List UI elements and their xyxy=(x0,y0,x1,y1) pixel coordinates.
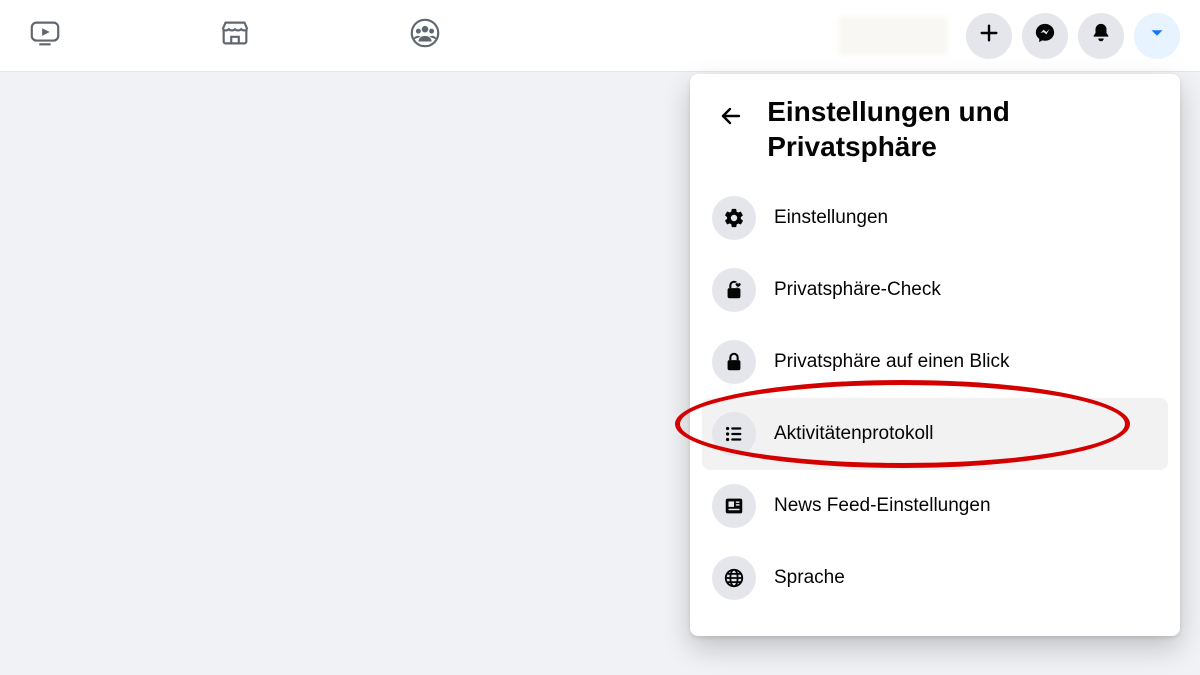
menu-label: Aktivitätenprotokoll xyxy=(774,423,933,445)
nav-groups[interactable] xyxy=(405,16,445,56)
globe-icon xyxy=(712,556,756,600)
watch-icon xyxy=(28,16,62,55)
menu-label: Einstellungen xyxy=(774,207,888,229)
menu-item-language[interactable]: Sprache xyxy=(702,542,1168,614)
menu-label: Sprache xyxy=(774,567,845,589)
messenger-icon xyxy=(1034,22,1056,49)
topbar xyxy=(0,0,1200,72)
newsfeed-icon xyxy=(712,484,756,528)
plus-icon xyxy=(978,22,1000,49)
settings-privacy-panel: Einstellungen und Privatsphäre Einstellu… xyxy=(690,74,1180,636)
panel-title: Einstellungen und Privatsphäre xyxy=(767,94,1158,164)
groups-icon xyxy=(408,16,442,55)
menu-label: Privatsphäre auf einen Blick xyxy=(774,351,1010,373)
create-button[interactable] xyxy=(966,13,1012,59)
menu-item-activity-log[interactable]: Aktivitätenprotokoll xyxy=(702,398,1168,470)
nav-watch[interactable] xyxy=(25,16,65,56)
account-menu-button[interactable] xyxy=(1134,13,1180,59)
menu-item-newsfeed-settings[interactable]: News Feed-Einstellungen xyxy=(702,470,1168,542)
caret-down-icon xyxy=(1146,22,1168,49)
menu-item-privacy-check[interactable]: Privatsphäre-Check xyxy=(702,254,1168,326)
menu-list: Einstellungen Privatsphäre-Check Privats… xyxy=(702,182,1168,614)
back-button[interactable] xyxy=(712,98,749,138)
topbar-right xyxy=(838,13,1180,59)
arrow-left-icon xyxy=(719,104,743,133)
menu-item-settings[interactable]: Einstellungen xyxy=(702,182,1168,254)
lock-icon xyxy=(712,340,756,384)
list-icon xyxy=(712,412,756,456)
lock-heart-icon xyxy=(712,268,756,312)
profile-area[interactable] xyxy=(838,16,948,56)
panel-header: Einstellungen und Privatsphäre xyxy=(702,88,1168,182)
menu-item-privacy-shortcuts[interactable]: Privatsphäre auf einen Blick xyxy=(702,326,1168,398)
notifications-button[interactable] xyxy=(1078,13,1124,59)
nav-tabs xyxy=(25,16,445,56)
messenger-button[interactable] xyxy=(1022,13,1068,59)
nav-marketplace[interactable] xyxy=(215,16,255,56)
bell-icon xyxy=(1090,22,1112,49)
marketplace-icon xyxy=(218,16,252,55)
gear-icon xyxy=(712,196,756,240)
menu-label: News Feed-Einstellungen xyxy=(774,495,991,517)
menu-label: Privatsphäre-Check xyxy=(774,279,941,301)
